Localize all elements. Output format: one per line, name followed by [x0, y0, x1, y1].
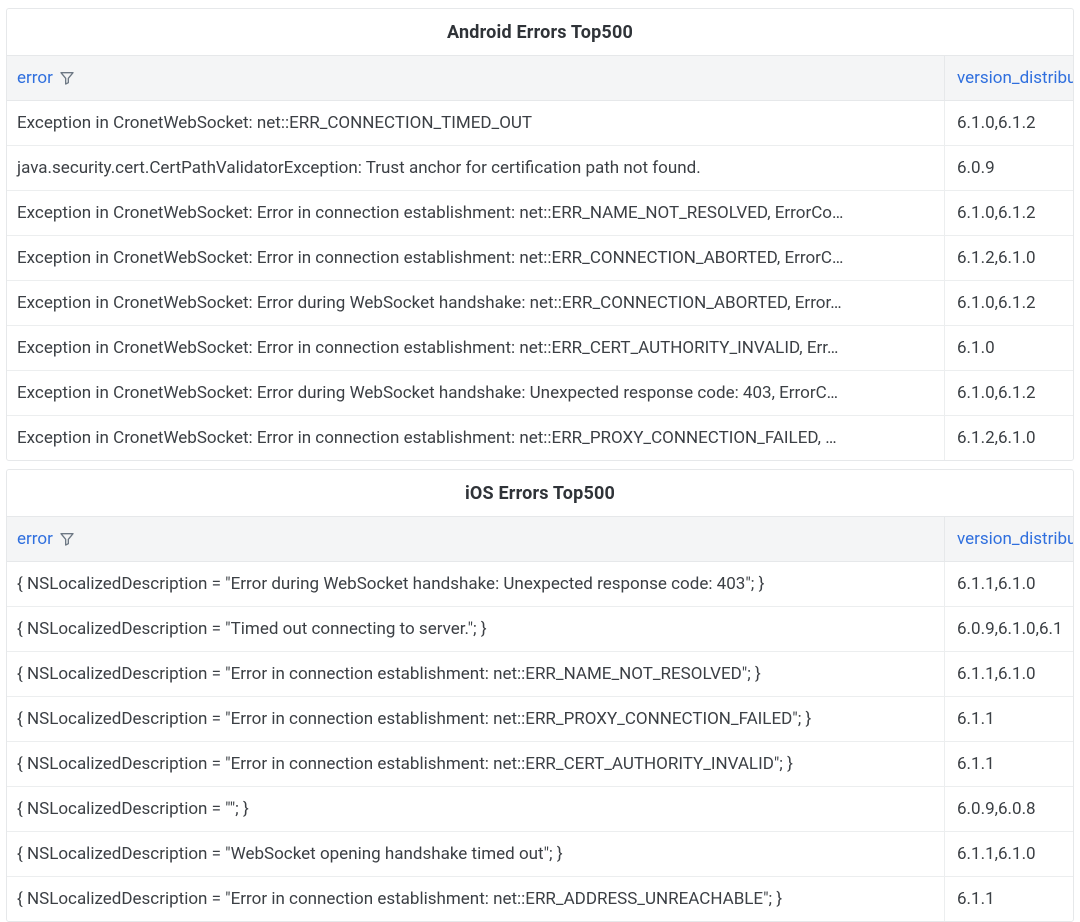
table-row[interactable]: { NSLocalizedDescription = ""; } 6.0.9,6… [7, 787, 1073, 832]
table-row[interactable]: { NSLocalizedDescription = "Error in con… [7, 697, 1073, 742]
cell-error: Exception in CronetWebSocket: net::ERR_C… [7, 101, 945, 145]
table-row[interactable]: Exception in CronetWebSocket: Error in c… [7, 236, 1073, 281]
column-header-error-label: error [17, 68, 53, 88]
cell-version: 6.1.1 [945, 697, 1073, 741]
table-row[interactable]: { NSLocalizedDescription = "WebSocket op… [7, 832, 1073, 877]
column-header-version-label: version_distribution [957, 68, 1073, 88]
cell-version: 6.1.2,6.1.0 [945, 236, 1073, 280]
filter-icon[interactable] [59, 70, 75, 86]
cell-error: Exception in CronetWebSocket: Error in c… [7, 326, 945, 370]
cell-version: 6.1.0,6.1.2 [945, 101, 1073, 145]
cell-version: 6.1.0,6.1.2 [945, 371, 1073, 415]
cell-version: 6.1.1,6.1.0 [945, 652, 1073, 696]
column-header-error[interactable]: error [7, 56, 945, 100]
cell-version: 6.1.1,6.1.0 [945, 562, 1073, 606]
cell-error: Exception in CronetWebSocket: Error in c… [7, 416, 945, 460]
table-row[interactable]: Exception in CronetWebSocket: Error duri… [7, 371, 1073, 416]
column-header-version-label: version_distribution [957, 529, 1073, 549]
cell-error: { NSLocalizedDescription = "Error during… [7, 562, 945, 606]
column-header-version[interactable]: version_distribution [945, 517, 1073, 561]
cell-version: 6.1.1 [945, 742, 1073, 786]
table-row[interactable]: Exception in CronetWebSocket: Error in c… [7, 326, 1073, 371]
table-row[interactable]: Exception in CronetWebSocket: Error in c… [7, 191, 1073, 236]
cell-error: Exception in CronetWebSocket: Error in c… [7, 191, 945, 235]
cell-version: 6.1.1,6.1.0 [945, 832, 1073, 876]
cell-version: 6.1.0,6.1.2 [945, 191, 1073, 235]
table-row[interactable]: Exception in CronetWebSocket: Error in c… [7, 416, 1073, 460]
ios-errors-panel: iOS Errors Top500 error version_distribu… [6, 469, 1074, 922]
table-header-row: error version_distribution [7, 55, 1073, 101]
cell-version: 6.1.1 [945, 877, 1073, 921]
table-row[interactable]: { NSLocalizedDescription = "Timed out co… [7, 607, 1073, 652]
cell-error: { NSLocalizedDescription = ""; } [7, 787, 945, 831]
cell-error: { NSLocalizedDescription = "Error in con… [7, 652, 945, 696]
table-row[interactable]: { NSLocalizedDescription = "Error in con… [7, 652, 1073, 697]
cell-version: 6.1.0,6.1.2 [945, 281, 1073, 325]
table-row[interactable]: { NSLocalizedDescription = "Error in con… [7, 877, 1073, 921]
android-errors-table: error version_distribution Exception in … [7, 55, 1073, 460]
column-header-error[interactable]: error [7, 517, 945, 561]
table-row[interactable]: { NSLocalizedDescription = "Error during… [7, 562, 1073, 607]
android-errors-panel: Android Errors Top500 error version_dist… [6, 8, 1074, 461]
cell-error: { NSLocalizedDescription = "WebSocket op… [7, 832, 945, 876]
cell-error: { NSLocalizedDescription = "Error in con… [7, 877, 945, 921]
table-row[interactable]: Exception in CronetWebSocket: net::ERR_C… [7, 101, 1073, 146]
cell-error: { NSLocalizedDescription = "Error in con… [7, 697, 945, 741]
cell-error: Exception in CronetWebSocket: Error in c… [7, 236, 945, 280]
ios-errors-table: error version_distribution { NSLocalized… [7, 516, 1073, 921]
table-row[interactable]: Exception in CronetWebSocket: Error duri… [7, 281, 1073, 326]
cell-error: { NSLocalizedDescription = "Error in con… [7, 742, 945, 786]
cell-version: 6.1.2,6.1.0 [945, 416, 1073, 460]
cell-error: Exception in CronetWebSocket: Error duri… [7, 371, 945, 415]
column-header-version[interactable]: version_distribution [945, 56, 1073, 100]
column-header-error-label: error [17, 529, 53, 549]
panel-title: iOS Errors Top500 [7, 470, 1073, 516]
cell-error: java.security.cert.CertPathValidatorExce… [7, 146, 945, 190]
cell-error: Exception in CronetWebSocket: Error duri… [7, 281, 945, 325]
cell-version: 6.1.0 [945, 326, 1073, 370]
filter-icon[interactable] [59, 531, 75, 547]
cell-error: { NSLocalizedDescription = "Timed out co… [7, 607, 945, 651]
cell-version: 6.0.9 [945, 146, 1073, 190]
table-header-row: error version_distribution [7, 516, 1073, 562]
table-row[interactable]: { NSLocalizedDescription = "Error in con… [7, 742, 1073, 787]
table-row[interactable]: java.security.cert.CertPathValidatorExce… [7, 146, 1073, 191]
panel-title: Android Errors Top500 [7, 9, 1073, 55]
cell-version: 6.0.9,6.1.0,6.1 [945, 607, 1073, 651]
cell-version: 6.0.9,6.0.8 [945, 787, 1073, 831]
